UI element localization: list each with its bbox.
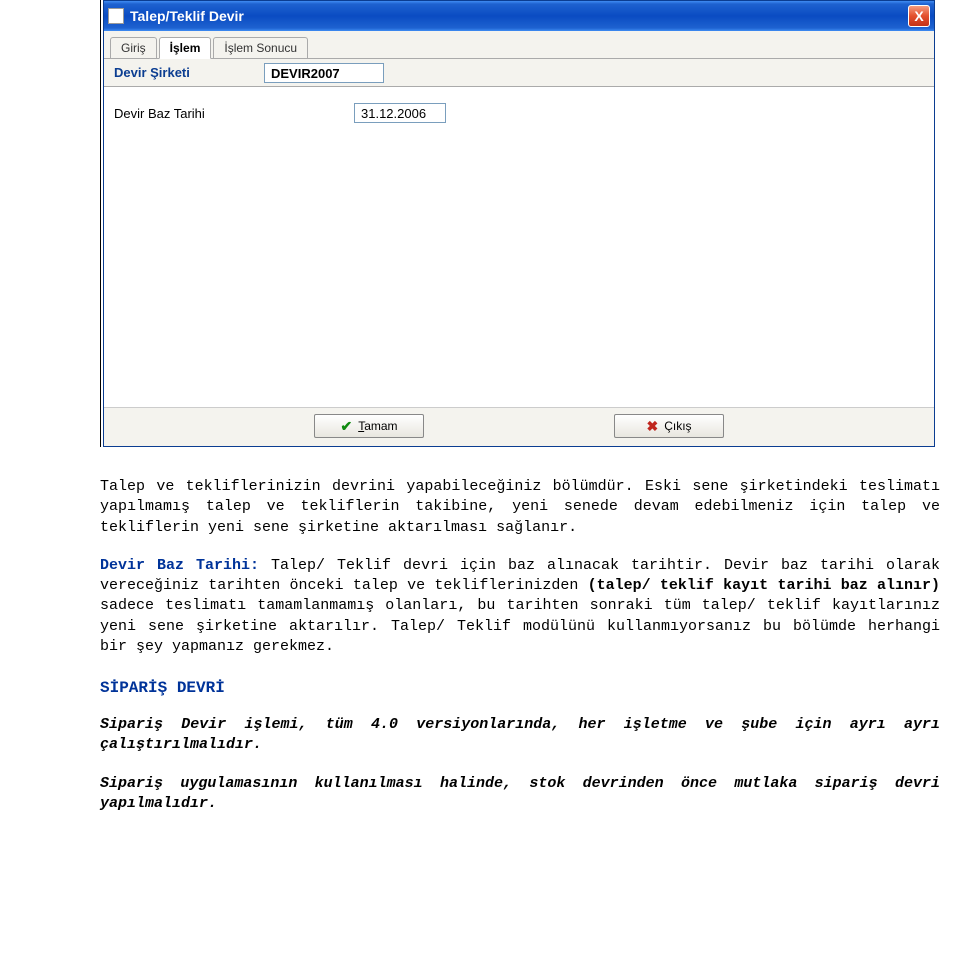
app-window: Talep/Teklif Devir X Giriş İşlem İşlem S… [103,0,935,447]
exit-button[interactable]: ✖ Çıkış [614,414,724,438]
devir-baz-tarihi-label: Devir Baz Tarihi [114,106,344,121]
devir-baz-tarihi-input[interactable]: 31.12.2006 [354,103,446,123]
paragraph-baz-tarihi: Devir Baz Tarihi: Talep/ Teklif devri iç… [100,556,940,657]
header-bar: Devir Şirketi DEVIR2007 [104,59,934,87]
tab-strip: Giriş İşlem İşlem Sonucu [104,31,934,59]
form-row-baz-tarihi: Devir Baz Tarihi 31.12.2006 [114,103,924,123]
screenshot-frame: Talep/Teklif Devir X Giriş İşlem İşlem S… [100,0,940,447]
paragraph-intro: Talep ve tekliflerinizin devrini yapabil… [100,477,940,538]
exit-button-label: Çıkış [664,419,691,433]
button-bar: ✔ Tamam ✖ Çıkış [104,407,934,446]
window-title: Talep/Teklif Devir [130,8,908,24]
close-button[interactable]: X [908,5,930,27]
x-icon: ✖ [646,418,658,435]
baz-tarihi-bold: (talep/ teklif kayıt tarihi baz alınır) [588,577,940,594]
paragraph-siparis-1: Sipariş Devir işlemi, tüm 4.0 versiyonla… [100,715,940,756]
tab-islem-sonucu[interactable]: İşlem Sonucu [213,37,308,58]
tab-islem[interactable]: İşlem [159,37,212,59]
baz-tarihi-term: Devir Baz Tarihi: [100,557,259,574]
title-bar: Talep/Teklif Devir X [104,1,934,31]
client-area: Devir Baz Tarihi 31.12.2006 [104,87,934,407]
tab-label: Giriş [121,41,146,55]
ok-button-label: Tamam [358,419,397,433]
paragraph-siparis-2: Sipariş uygulamasının kullanılması halin… [100,774,940,815]
heading-siparis-devri: SİPARİŞ DEVRİ [100,679,940,697]
tab-giris[interactable]: Giriş [110,37,157,58]
ok-button[interactable]: ✔ Tamam [314,414,424,438]
baz-tarihi-text-b: sadece teslimatı tamamlanmamış olanları,… [100,597,940,655]
tab-label: İşlem [170,41,201,55]
devir-sirketi-label: Devir Şirketi [114,65,254,80]
check-icon: ✔ [340,418,352,435]
tab-label: İşlem Sonucu [224,41,297,55]
devir-sirketi-value[interactable]: DEVIR2007 [264,63,384,83]
app-icon [108,8,124,24]
close-icon: X [914,8,923,24]
